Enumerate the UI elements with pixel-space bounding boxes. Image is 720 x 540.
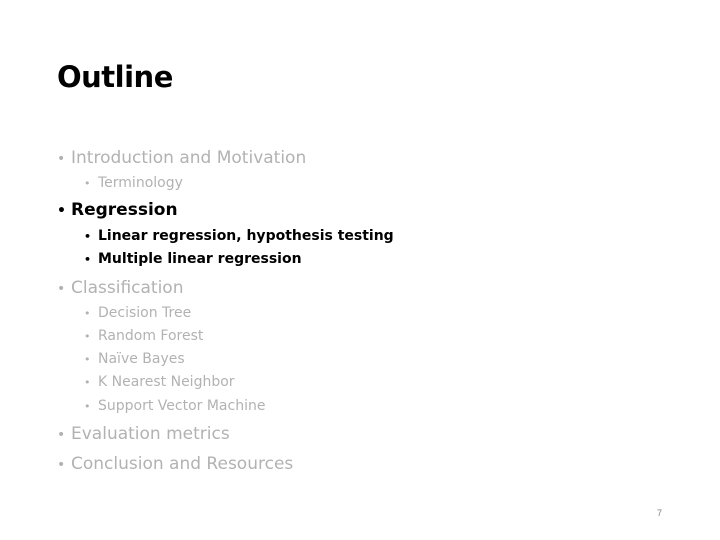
outline-item-evaluation-metrics: • Evaluation metrics	[57, 424, 230, 444]
bullet-icon: •	[84, 177, 91, 190]
bullet-icon: •	[57, 151, 66, 167]
outline-item-label: Terminology	[98, 175, 183, 191]
bullet-icon: •	[84, 307, 91, 320]
outline-subitem-naive-bayes: • Naïve Bayes	[84, 351, 185, 367]
outline-item-label: Conclusion and Resources	[71, 454, 294, 474]
outline-subitem-knn: • K Nearest Neighbor	[84, 374, 235, 390]
outline-item-label: Evaluation metrics	[71, 424, 230, 444]
outline-subitem-multiple-linear-regression: • Multiple linear regression	[84, 251, 302, 267]
bullet-icon: •	[57, 427, 66, 443]
bullet-icon: •	[84, 376, 91, 389]
page-number: 7	[657, 508, 663, 518]
outline-item-label: Multiple linear regression	[98, 251, 302, 267]
outline-subitem-decision-tree: • Decision Tree	[84, 305, 191, 321]
outline-item-label: K Nearest Neighbor	[98, 374, 235, 390]
bullet-icon: •	[57, 281, 66, 297]
bullet-icon: •	[84, 330, 91, 343]
outline-subitem-linear-regression: • Linear regression, hypothesis testing	[84, 228, 394, 244]
outline-item-label: Regression	[71, 200, 178, 220]
outline-subitem-terminology: • Terminology	[84, 175, 183, 191]
outline-subitem-svm: • Support Vector Machine	[84, 398, 265, 414]
outline-item-label: Support Vector Machine	[98, 398, 266, 414]
outline-item-label: Introduction and Motivation	[71, 148, 307, 168]
outline-item-introduction: • Introduction and Motivation	[57, 148, 306, 168]
slide: Outline • Introduction and Motivation • …	[0, 0, 720, 540]
bullet-icon: •	[57, 457, 66, 473]
outline-subitem-random-forest: • Random Forest	[84, 328, 203, 344]
bullet-icon: •	[84, 253, 92, 266]
slide-title: Outline	[57, 60, 173, 94]
bullet-icon: •	[57, 203, 66, 219]
outline-item-label: Classification	[71, 278, 184, 298]
bullet-icon: •	[84, 353, 91, 366]
outline-item-classification: • Classification	[57, 278, 183, 298]
bullet-icon: •	[84, 230, 92, 243]
outline-item-label: Naïve Bayes	[98, 351, 185, 367]
outline-item-regression: • Regression	[57, 200, 178, 220]
outline-item-label: Random Forest	[98, 328, 204, 344]
bullet-icon: •	[84, 400, 91, 413]
outline-item-label: Linear regression, hypothesis testing	[98, 228, 394, 244]
outline-item-conclusion: • Conclusion and Resources	[57, 454, 293, 474]
outline-item-label: Decision Tree	[98, 305, 192, 321]
